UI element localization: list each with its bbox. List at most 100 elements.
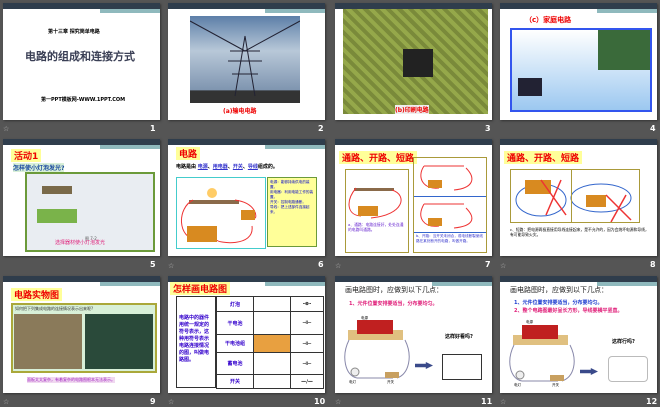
- slide-thumbnail-4[interactable]: （c）家庭电路: [500, 3, 657, 120]
- question: 怎样使小灯泡发光?: [13, 163, 65, 172]
- question: 如何把下列集成电路的连接情况表示出来呢?: [15, 306, 94, 311]
- slide-thumbnail-9[interactable]: 电路实物图 如何把下列集成电路的连接情况表示出来呢? 面板太太复杂，有着复杂的电…: [3, 276, 160, 393]
- slide-thumbnail-11[interactable]: 画电路图时，应做到以下几点： 1、元件位置安排要适当，分布要均匀。 电源 电灯 …: [335, 276, 492, 393]
- slide-number: 7: [485, 260, 491, 269]
- power-tower-photo: [189, 16, 301, 103]
- slide-thumbnail-7[interactable]: 通路、开路、短路 a、通路：电路连接好，处处连通的电路叫通路。 b、开路：当开关…: [335, 139, 492, 256]
- closed-circuit-text: a、通路：电路连接好，处处连通的电路叫通路。: [348, 222, 404, 232]
- slide-heading: 电路: [176, 147, 201, 160]
- symbol-table: 灯泡 -⊗- 干电池 ⊣⊢ 干电池组 ⊣⊢ 蓄电池 ⊣⊢ 开关 —∕—: [216, 296, 324, 389]
- slide-number: 6: [318, 260, 324, 269]
- slide-number: 4: [650, 124, 656, 133]
- slide-number: 11: [481, 397, 493, 406]
- definition: 电路是由 电源、用电器、开关、导线组成的。: [176, 164, 278, 170]
- label: 开关: [387, 380, 394, 384]
- slide-heading: 电路实物图: [11, 288, 63, 301]
- slide-thumbnail-5[interactable]: 活动1 怎样使小灯泡发光? 图 7-2 选择器材使小灯泡发光: [3, 139, 160, 256]
- component-image: [253, 374, 291, 389]
- note: 导线：把上述部件连接起来。: [270, 205, 310, 214]
- question: 这样好看吗?: [445, 334, 473, 340]
- caption: 选择器材使小灯泡发光: [55, 240, 106, 246]
- animation-icon[interactable]: ☆: [500, 398, 506, 406]
- chapter-title: 第十三章 探究简单电路: [48, 29, 100, 35]
- component-symbol: ⊣⊢: [290, 311, 324, 335]
- slide-number: 12: [646, 397, 658, 406]
- point-2: 2、整个电路图最好呈长方形，导线要横平竖直。: [514, 308, 623, 314]
- label: 电源: [361, 316, 368, 320]
- slide-thumbnail-6[interactable]: 电路 电路是由 电源、用电器、开关、导线组成的。 电源：能够持续供电的装置。 用电…: [168, 139, 325, 256]
- note: 用电器：利用电能工作的装置。: [270, 190, 314, 199]
- label: 电灯: [349, 380, 356, 384]
- slide-thumbnail-3[interactable]: (b)印刷电路: [335, 3, 492, 120]
- note: 电源：能够持续供电的装置。: [270, 180, 310, 189]
- component-image: [253, 311, 291, 335]
- closed-circuit: a、通路：电路连接好，处处连通的电路叫通路。: [345, 169, 409, 253]
- slide-thumbnail-12[interactable]: 画电路图时，应做到以下几点： 1、元件位置安排要适当，分布要均匀。 2、整个电路…: [500, 276, 657, 393]
- pcb-photo: [343, 9, 488, 114]
- slide-number: 2: [318, 124, 324, 133]
- arrow-icon: [580, 368, 598, 375]
- component-name: 蓄电池: [216, 352, 254, 375]
- slide-title: 画电路图时，应做到以下几点：: [345, 286, 443, 294]
- short-circuit-image: [510, 169, 640, 223]
- animation-icon[interactable]: ☆: [3, 125, 9, 133]
- circuit-photo: 电源 电灯 开关: [343, 316, 413, 386]
- arrow-icon: [415, 362, 433, 369]
- title-bar-accent: [100, 282, 160, 286]
- circuit-image: [176, 177, 266, 249]
- open-circuit-text: b、开路：当开关未闭合，或电线断裂使线路在某处断开的电路，叫做开路。: [416, 234, 483, 243]
- component-symbol: ⊣⊢: [290, 352, 324, 375]
- slide-heading: 通路、开路、短路: [339, 151, 418, 164]
- component-symbol: ⊣⊢: [290, 334, 324, 353]
- slide-heading: 活动1: [11, 149, 42, 162]
- slide-thumbnail-8[interactable]: 通路、开路、短路 c、短路：把电源两极直接用导线连接起来，是不允许的，因为会烧坏…: [500, 139, 657, 256]
- point-1: 1、元件位置安排要适当，分布要均匀。: [349, 301, 438, 307]
- question: 这样行吗?: [612, 339, 635, 345]
- label: 电灯: [514, 383, 521, 387]
- animation-icon[interactable]: ☆: [335, 262, 341, 270]
- component-image: [253, 352, 291, 375]
- slide-heading: 怎样画电路图: [170, 282, 231, 295]
- slide-number: 3: [485, 124, 491, 133]
- component-image: [253, 334, 291, 353]
- slide-number: 10: [314, 397, 326, 406]
- title-bar-accent: [265, 282, 325, 286]
- point-1: 1、元件位置安排要适当，分布要均匀。: [514, 300, 603, 306]
- title-bar-accent: [265, 9, 325, 13]
- slide-number: 5: [150, 260, 156, 269]
- component-name: 干电池: [216, 311, 254, 335]
- battery: [37, 209, 77, 223]
- slide-heading: 通路、开路、短路: [504, 151, 583, 164]
- component-name: 灯泡: [216, 296, 254, 312]
- slide-number: 9: [150, 397, 156, 406]
- title-bar: [500, 139, 657, 145]
- short-circuit-text: c、短路：把电源两极直接用导线连接起来，是不允许的，因为会烧坏电源和导线，有可能…: [510, 227, 649, 237]
- board-photo: [598, 30, 650, 70]
- label: 开关: [552, 383, 559, 387]
- animation-icon[interactable]: ☆: [168, 262, 174, 270]
- slide-thumbnail-2[interactable]: (a)输电电路: [168, 3, 325, 120]
- explanation: 电路中的器件用统一规定的符号表示，这种用符号表示电路连接情况的图，叫做电路图。: [176, 296, 216, 388]
- caption: （c）家庭电路: [525, 16, 572, 24]
- bulb-holder: [42, 186, 72, 194]
- animation-icon[interactable]: ☆: [500, 262, 506, 270]
- animation-icon[interactable]: ☆: [335, 398, 341, 406]
- title-bar-accent: [265, 145, 325, 149]
- title-bar: [335, 139, 492, 145]
- motherboard-photo: [85, 314, 153, 369]
- motherboard-photo: [14, 314, 82, 369]
- slide-thumbnail-10[interactable]: 怎样画电路图 电路中的器件用统一规定的符号表示，这种用符号表示电路连接情况的图，…: [168, 276, 325, 393]
- animation-icon[interactable]: ☆: [168, 398, 174, 406]
- home-circuit-image: [510, 28, 652, 112]
- slide-thumbnail-1[interactable]: 第十三章 探究简单电路 电路的组成和连接方式 第一PPT模板网-WWW.1PPT…: [3, 3, 160, 120]
- title-bar-accent: [100, 145, 160, 149]
- animation-icon[interactable]: ☆: [3, 398, 9, 406]
- slide-title: 电路的组成和连接方式: [25, 50, 135, 63]
- caption: (a)输电电路: [223, 108, 257, 115]
- component-name: 开关: [216, 374, 254, 389]
- title-bar-accent: [100, 9, 160, 13]
- site-text: 第一PPT模板网-WWW.1PPT.COM: [41, 97, 126, 103]
- circuit-photo: 电源 电灯 开关: [508, 320, 578, 389]
- component-symbol: —∕—: [290, 374, 324, 389]
- tv-image: [518, 78, 542, 96]
